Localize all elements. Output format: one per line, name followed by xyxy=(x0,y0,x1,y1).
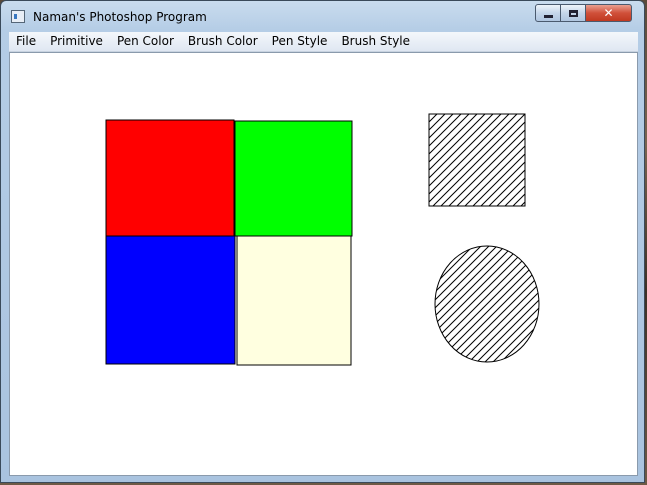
maximize-icon xyxy=(568,9,578,17)
canvas-svg[interactable] xyxy=(10,53,637,475)
blue-square[interactable] xyxy=(105,235,236,365)
close-icon: ✕ xyxy=(603,6,614,20)
menu-pen-style[interactable]: Pen Style xyxy=(265,32,335,51)
hatched-square[interactable] xyxy=(428,113,526,207)
minimize-button[interactable] xyxy=(535,4,561,22)
menu-brush-style[interactable]: Brush Style xyxy=(334,32,417,51)
menu-brush-color[interactable]: Brush Color xyxy=(181,32,265,51)
hatched-circle[interactable] xyxy=(434,245,540,363)
app-icon[interactable] xyxy=(11,10,25,23)
menu-primitive[interactable]: Primitive xyxy=(43,32,110,51)
maximize-button[interactable] xyxy=(560,4,586,22)
drawing-canvas[interactable] xyxy=(9,52,638,476)
minimize-icon xyxy=(543,14,553,18)
title-bar[interactable]: Naman's Photoshop Program ✕ xyxy=(1,1,644,31)
app-window: Naman's Photoshop Program ✕ File Primiti… xyxy=(0,0,645,483)
close-button[interactable]: ✕ xyxy=(585,4,632,22)
menu-pen-color[interactable]: Pen Color xyxy=(110,32,181,51)
green-square[interactable] xyxy=(234,120,353,237)
red-square[interactable] xyxy=(105,119,235,237)
window-title: Naman's Photoshop Program xyxy=(33,10,207,24)
menu-file[interactable]: File xyxy=(9,32,43,51)
menu-bar: File Primitive Pen Color Brush Color Pen… xyxy=(9,32,638,52)
cream-square[interactable] xyxy=(236,235,352,366)
